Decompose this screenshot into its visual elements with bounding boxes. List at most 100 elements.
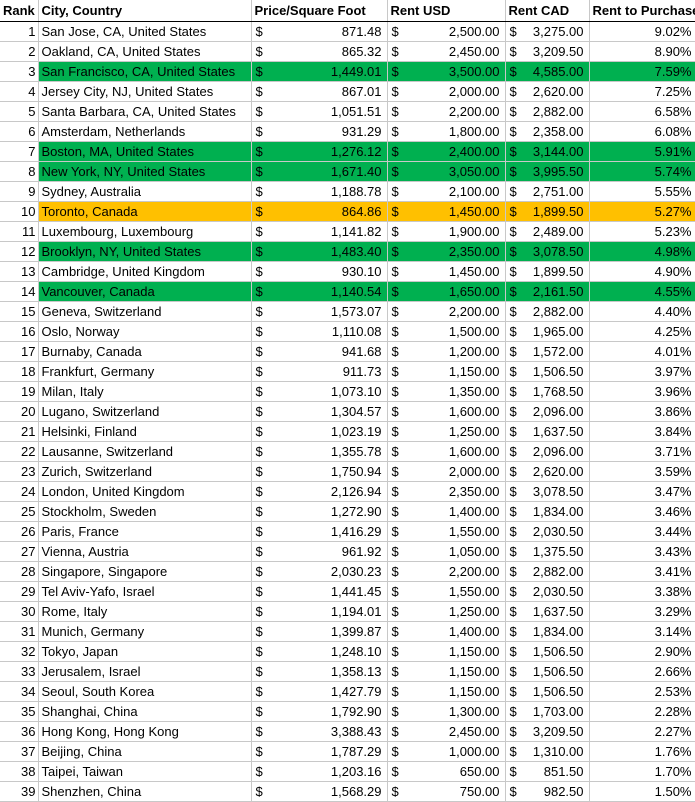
cell-price-per-square-foot[interactable]: $1,355.78 — [250, 440, 388, 462]
cell-rent-usd[interactable]: $1,400.00 — [386, 620, 506, 642]
cell-rent-to-purchase[interactable]: 3.71% — [588, 440, 695, 462]
cell-rank[interactable]: 27 — [0, 540, 39, 562]
cell-rent-cad[interactable]: $1,768.50 — [504, 380, 590, 402]
cell-rent-usd[interactable]: $2,500.00 — [386, 20, 506, 42]
cell-rent-to-purchase[interactable]: 7.25% — [588, 80, 695, 102]
cell-price-per-square-foot[interactable]: $1,276.12 — [250, 140, 388, 162]
cell-rent-cad[interactable]: $1,506.50 — [504, 360, 590, 382]
cell-rent-to-purchase[interactable]: 3.59% — [588, 460, 695, 482]
cell-rent-to-purchase[interactable]: 1.70% — [588, 760, 695, 782]
cell-rent-usd[interactable]: $750.00 — [386, 780, 506, 802]
cell-price-per-square-foot[interactable]: $1,671.40 — [250, 160, 388, 182]
cell-rent-usd[interactable]: $1,400.00 — [386, 500, 506, 522]
cell-rank[interactable]: 23 — [0, 460, 39, 482]
cell-rent-to-purchase[interactable]: 3.84% — [588, 420, 695, 442]
cell-rent-cad[interactable]: $2,620.00 — [504, 80, 590, 102]
cell-price-per-square-foot[interactable]: $1,399.87 — [250, 620, 388, 642]
cell-price-per-square-foot[interactable]: $1,427.79 — [250, 680, 388, 702]
cell-price-per-square-foot[interactable]: $1,449.01 — [250, 60, 388, 82]
cell-rank[interactable]: 6 — [0, 120, 39, 142]
cell-rank[interactable]: 38 — [0, 760, 39, 782]
cell-rank[interactable]: 35 — [0, 700, 39, 722]
cell-city-country[interactable]: Lugano, Switzerland — [37, 400, 252, 422]
cell-rent-to-purchase[interactable]: 2.27% — [588, 720, 695, 742]
cell-rent-to-purchase[interactable]: 3.41% — [588, 560, 695, 582]
cell-rank[interactable]: 10 — [0, 200, 39, 222]
cell-city-country[interactable]: Burnaby, Canada — [37, 340, 252, 362]
cell-city-country[interactable]: Tokyo, Japan — [37, 640, 252, 662]
cell-city-country[interactable]: Geneva, Switzerland — [37, 300, 252, 322]
cell-rank[interactable]: 9 — [0, 180, 39, 202]
cell-city-country[interactable]: Beijing, China — [37, 740, 252, 762]
cell-price-per-square-foot[interactable]: $911.73 — [250, 360, 388, 382]
cell-price-per-square-foot[interactable]: $2,030.23 — [250, 560, 388, 582]
cell-rent-to-purchase[interactable]: 3.29% — [588, 600, 695, 622]
cell-rent-cad[interactable]: $1,965.00 — [504, 320, 590, 342]
cell-city-country[interactable]: Milan, Italy — [37, 380, 252, 402]
cell-city-country[interactable]: Oakland, CA, United States — [37, 40, 252, 62]
cell-city-country[interactable]: Jersey City, NJ, United States — [37, 80, 252, 102]
cell-rent-to-purchase[interactable]: 3.97% — [588, 360, 695, 382]
cell-city-country[interactable]: Seoul, South Korea — [37, 680, 252, 702]
cell-rent-cad[interactable]: $3,209.50 — [504, 40, 590, 62]
cell-rent-usd[interactable]: $1,050.00 — [386, 540, 506, 562]
cell-rent-to-purchase[interactable]: 6.08% — [588, 120, 695, 142]
cell-rent-to-purchase[interactable]: 3.43% — [588, 540, 695, 562]
cell-price-per-square-foot[interactable]: $1,787.29 — [250, 740, 388, 762]
cell-price-per-square-foot[interactable]: $1,073.10 — [250, 380, 388, 402]
cell-price-per-square-foot[interactable]: $1,051.51 — [250, 100, 388, 122]
cell-rent-cad[interactable]: $3,275.00 — [504, 20, 590, 42]
cell-rent-usd[interactable]: $1,600.00 — [386, 440, 506, 462]
cell-price-per-square-foot[interactable]: $1,110.08 — [250, 320, 388, 342]
cell-rank[interactable]: 28 — [0, 560, 39, 582]
cell-rent-to-purchase[interactable]: 4.90% — [588, 260, 695, 282]
cell-rent-to-purchase[interactable]: 5.91% — [588, 140, 695, 162]
cell-rent-to-purchase[interactable]: 1.50% — [588, 780, 695, 802]
cell-rank[interactable]: 14 — [0, 280, 39, 302]
cell-city-country[interactable]: Brooklyn, NY, United States — [37, 240, 252, 262]
cell-rent-usd[interactable]: $1,150.00 — [386, 680, 506, 702]
cell-rent-cad[interactable]: $2,161.50 — [504, 280, 590, 302]
cell-rent-usd[interactable]: $2,450.00 — [386, 40, 506, 62]
cell-rent-cad[interactable]: $1,637.50 — [504, 420, 590, 442]
cell-city-country[interactable]: Hong Kong, Hong Kong — [37, 720, 252, 742]
cell-rent-cad[interactable]: $982.50 — [504, 780, 590, 802]
cell-rent-to-purchase[interactable]: 5.74% — [588, 160, 695, 182]
cell-rent-to-purchase[interactable]: 2.53% — [588, 680, 695, 702]
cell-price-per-square-foot[interactable]: $1,141.82 — [250, 220, 388, 242]
cell-rent-usd[interactable]: $2,100.00 — [386, 180, 506, 202]
cell-city-country[interactable]: Taipei, Taiwan — [37, 760, 252, 782]
cell-price-per-square-foot[interactable]: $1,194.01 — [250, 600, 388, 622]
cell-city-country[interactable]: Vienna, Austria — [37, 540, 252, 562]
cell-rent-to-purchase[interactable]: 2.66% — [588, 660, 695, 682]
cell-rent-cad[interactable]: $1,834.00 — [504, 500, 590, 522]
cell-rank[interactable]: 1 — [0, 20, 39, 42]
cell-rent-cad[interactable]: $2,620.00 — [504, 460, 590, 482]
cell-rank[interactable]: 22 — [0, 440, 39, 462]
cell-price-per-square-foot[interactable]: $1,483.40 — [250, 240, 388, 262]
cell-rent-to-purchase[interactable]: 5.23% — [588, 220, 695, 242]
cell-rank[interactable]: 29 — [0, 580, 39, 602]
cell-rent-cad[interactable]: $1,506.50 — [504, 660, 590, 682]
cell-city-country[interactable]: Zurich, Switzerland — [37, 460, 252, 482]
cell-city-country[interactable]: Vancouver, Canada — [37, 280, 252, 302]
cell-rank[interactable]: 33 — [0, 660, 39, 682]
cell-rank[interactable]: 30 — [0, 600, 39, 622]
header-rent-to-purchase[interactable]: Rent to Purchase — [588, 0, 695, 22]
cell-price-per-square-foot[interactable]: $1,023.19 — [250, 420, 388, 442]
cell-rent-usd[interactable]: $1,000.00 — [386, 740, 506, 762]
cell-rank[interactable]: 15 — [0, 300, 39, 322]
cell-rent-usd[interactable]: $2,400.00 — [386, 140, 506, 162]
cell-rent-usd[interactable]: $1,550.00 — [386, 580, 506, 602]
cell-rent-cad[interactable]: $2,096.00 — [504, 400, 590, 422]
cell-rent-cad[interactable]: $1,637.50 — [504, 600, 590, 622]
cell-city-country[interactable]: Shenzhen, China — [37, 780, 252, 802]
cell-rent-usd[interactable]: $1,200.00 — [386, 340, 506, 362]
cell-rent-cad[interactable]: $2,882.00 — [504, 560, 590, 582]
cell-rank[interactable]: 4 — [0, 80, 39, 102]
cell-city-country[interactable]: Shanghai, China — [37, 700, 252, 722]
cell-rent-cad[interactable]: $1,506.50 — [504, 640, 590, 662]
cell-price-per-square-foot[interactable]: $930.10 — [250, 260, 388, 282]
cell-rank[interactable]: 13 — [0, 260, 39, 282]
cell-rent-to-purchase[interactable]: 5.55% — [588, 180, 695, 202]
